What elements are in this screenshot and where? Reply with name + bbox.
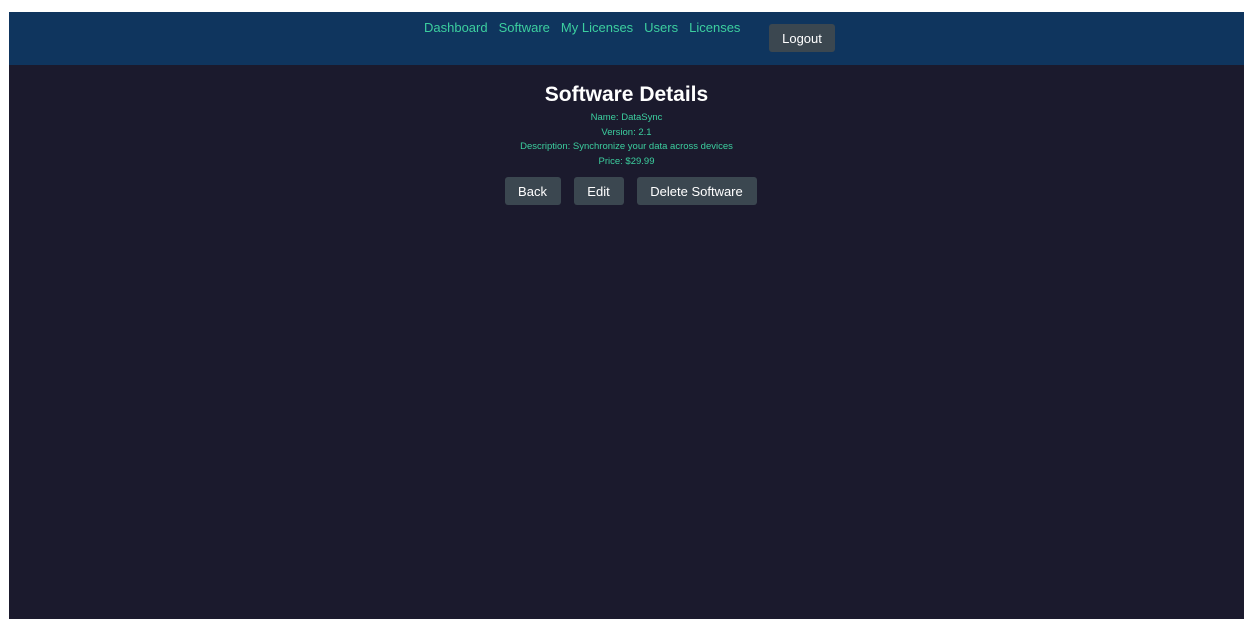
- software-version: Version: 2.1: [601, 126, 652, 138]
- delete-software-button[interactable]: Delete Software: [636, 177, 757, 205]
- action-buttons: Back Edit Delete Software: [17, 177, 1244, 205]
- back-button[interactable]: Back: [504, 177, 561, 205]
- nav-link-dashboard[interactable]: Dashboard: [424, 20, 488, 35]
- nav-links: Dashboard Software My Licenses Users Lic…: [424, 20, 751, 35]
- nav-link-software[interactable]: Software: [499, 20, 550, 35]
- software-price: Price: $29.99: [598, 155, 655, 167]
- app-frame: Dashboard Software My Licenses Users Lic…: [9, 12, 1244, 619]
- software-description: Description: Synchronize your data acros…: [520, 141, 733, 152]
- nav-link-users[interactable]: Users: [644, 20, 678, 35]
- page-title: Software Details: [544, 83, 709, 106]
- nav-link-my-licenses[interactable]: My Licenses: [561, 20, 633, 35]
- nav-link-licenses[interactable]: Licenses: [689, 20, 740, 35]
- logout-button[interactable]: Logout: [769, 24, 835, 52]
- top-navbar: Dashboard Software My Licenses Users Lic…: [9, 12, 1244, 65]
- software-name: Name: DataSync: [590, 112, 663, 123]
- edit-button[interactable]: Edit: [573, 177, 624, 205]
- main-content: Software Details Name: DataSync Version:…: [9, 65, 1244, 205]
